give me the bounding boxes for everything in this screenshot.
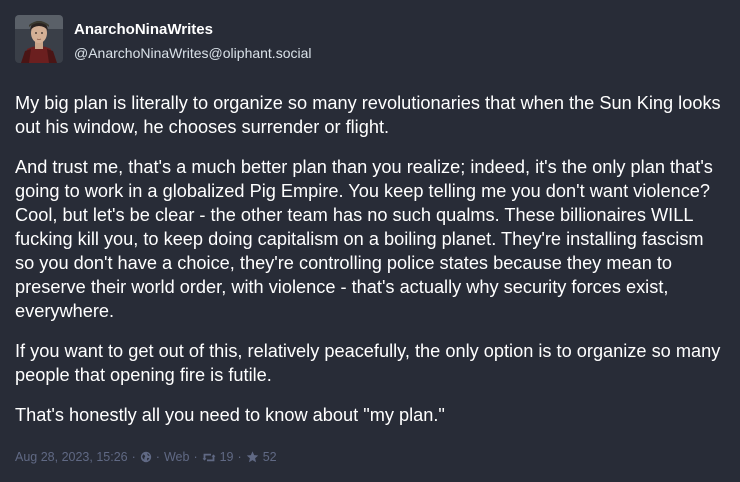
retweet-icon[interactable] bbox=[202, 452, 216, 463]
favourite-count: 52 bbox=[262, 450, 277, 464]
post-content: My big plan is literally to organize so … bbox=[15, 91, 725, 427]
star-icon[interactable] bbox=[246, 451, 259, 463]
boost-count: 19 bbox=[219, 450, 234, 464]
post-paragraph: That's honestly all you need to know abo… bbox=[15, 405, 445, 425]
post-timestamp[interactable]: Aug 28, 2023, 15:26 bbox=[15, 450, 128, 464]
post-meta: Aug 28, 2023, 15:26 · · Web · 19 · 52 bbox=[15, 450, 277, 464]
globe-icon bbox=[140, 451, 152, 463]
display-name[interactable]: AnarchoNinaWrites bbox=[74, 20, 312, 40]
application-name: Web bbox=[163, 450, 190, 464]
avatar[interactable] bbox=[15, 15, 63, 63]
avatar-image bbox=[15, 15, 63, 63]
meta-separator: · bbox=[193, 450, 198, 464]
meta-separator: · bbox=[237, 450, 242, 464]
post-author: AnarchoNinaWrites @AnarchoNinaWrites@oli… bbox=[74, 20, 312, 62]
post-paragraph: My big plan is literally to organize so … bbox=[15, 93, 721, 137]
meta-separator: · bbox=[155, 450, 160, 464]
account-handle[interactable]: @AnarchoNinaWrites@oliphant.social bbox=[74, 44, 312, 62]
meta-separator: · bbox=[131, 450, 136, 464]
post-header: AnarchoNinaWrites @AnarchoNinaWrites@oli… bbox=[15, 15, 726, 67]
post-paragraph: And trust me, that's a much better plan … bbox=[15, 157, 713, 321]
post-paragraph: If you want to get out of this, relative… bbox=[15, 341, 721, 385]
status-post: AnarchoNinaWrites @AnarchoNinaWrites@oli… bbox=[0, 0, 740, 482]
